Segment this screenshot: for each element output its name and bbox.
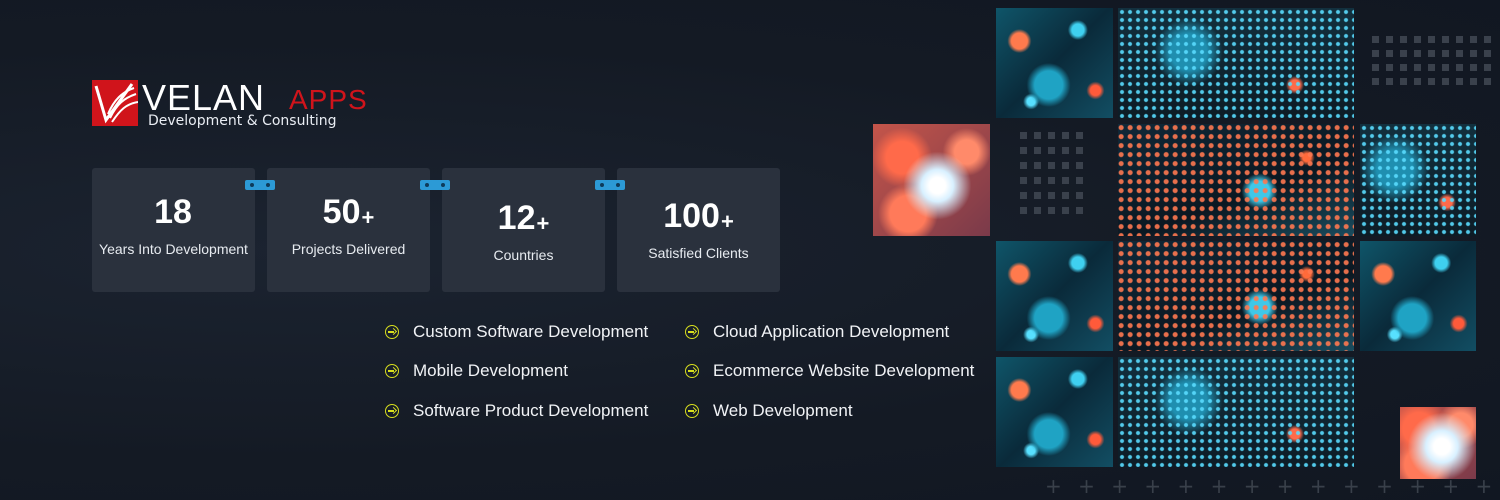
stat-number: 18 (154, 193, 192, 231)
stat-number: 100+ (663, 197, 734, 235)
arrow-circle-right-icon (685, 325, 699, 339)
service-label: Software Product Development (413, 401, 649, 420)
arrow-circle-right-icon (685, 364, 699, 378)
image-tile (996, 357, 1113, 467)
stat-number: 12+ (497, 199, 550, 237)
service-item: Web Development (685, 399, 853, 423)
stat-label: Projects Delivered (291, 241, 406, 257)
image-tile (1118, 357, 1354, 467)
arrow-circle-right-icon (385, 325, 399, 339)
logo-mark-icon (92, 80, 138, 126)
stat-card-years: 18 Years Into Development (92, 168, 255, 292)
brand-tagline: Development & Consulting (148, 113, 337, 129)
image-tile (1360, 124, 1476, 236)
image-tile (996, 8, 1113, 118)
stat-label: Satisfied Clients (648, 245, 749, 261)
service-label: Mobile Development (413, 361, 568, 380)
plus-pattern-decoration: + + + + + + + + + + + + + + (1045, 474, 1498, 498)
service-item: Custom Software Development (385, 320, 648, 344)
service-item: Mobile Development (385, 359, 568, 383)
connector-icon (595, 180, 625, 190)
arrow-circle-right-icon (685, 404, 699, 418)
stat-card-projects: 50+ Projects Delivered (267, 168, 430, 292)
image-tile (1118, 241, 1354, 351)
dot-grid-decoration (1372, 36, 1496, 92)
arrow-circle-right-icon (385, 364, 399, 378)
image-tile (1118, 8, 1354, 118)
arrow-circle-right-icon (385, 404, 399, 418)
brand-logo: VELAN APPS Development & Consulting (92, 78, 367, 132)
stats-row: 18 Years Into Development 50+ Projects D… (92, 168, 782, 292)
image-tile (1118, 124, 1354, 236)
image-tile (873, 124, 990, 236)
connector-icon (420, 180, 450, 190)
hero-image-mosaic (870, 0, 1500, 500)
dot-grid-decoration (1020, 132, 1090, 227)
connector-icon (245, 180, 275, 190)
image-tile (1400, 407, 1476, 479)
service-label: Web Development (713, 401, 853, 420)
stat-label: Years Into Development (99, 241, 248, 257)
image-tile (996, 241, 1113, 351)
stat-card-countries: 12+ Countries (442, 168, 605, 292)
stat-label: Countries (493, 247, 554, 263)
image-tile (1360, 241, 1476, 351)
stat-number: 50+ (322, 193, 375, 231)
stat-card-clients: 100+ Satisfied Clients (617, 168, 780, 292)
service-item: Software Product Development (385, 399, 648, 423)
service-label: Custom Software Development (413, 322, 649, 341)
